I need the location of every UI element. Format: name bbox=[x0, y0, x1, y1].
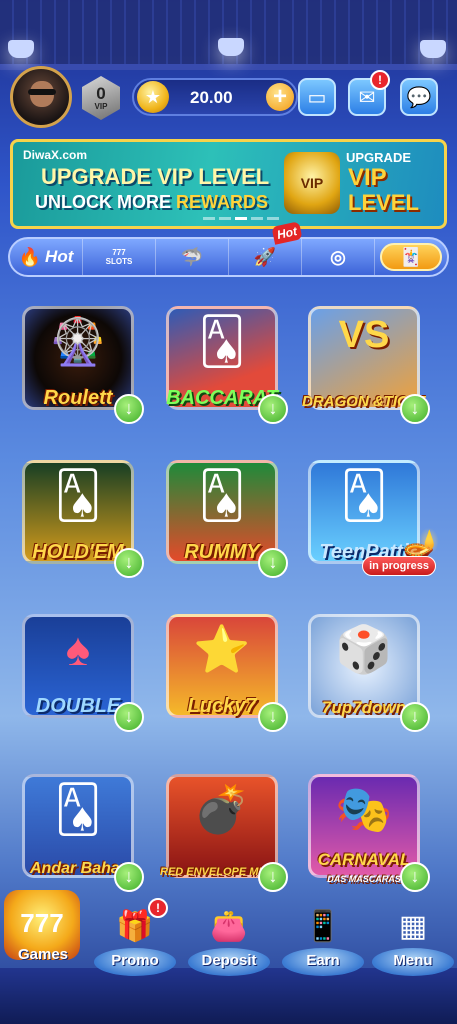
nav-deposit-label: Deposit bbox=[201, 952, 257, 969]
vip-badge[interactable]: 0 VIP bbox=[82, 76, 120, 120]
phone-coins-icon: 📱 bbox=[304, 910, 342, 943]
playing-cards-icon: 🂡 bbox=[198, 469, 246, 521]
nav-promo[interactable]: 🎁 ! Promo bbox=[90, 896, 180, 986]
banner-right-line3: LEVEL bbox=[348, 190, 419, 215]
vip-trophy-icon: VIP bbox=[284, 152, 340, 214]
in-progress-badge: in progress bbox=[362, 556, 436, 576]
tab-slots[interactable]: 777 SLOTS bbox=[83, 239, 156, 275]
vip-level: 0 bbox=[96, 83, 106, 103]
banner-art: VIP UPGRADE VIP LEVEL bbox=[284, 148, 434, 224]
banner-headline: UPGRADE VIP LEVEL bbox=[41, 164, 270, 189]
balance-display: ★ 20.00 + bbox=[132, 78, 298, 116]
promo-banner[interactable]: DiwaX.com UPGRADE VIP LEVEL UNLOCK MORE … bbox=[10, 139, 447, 229]
roulette-wheel-icon: 🎡 bbox=[49, 315, 107, 367]
nav-earn-label: Earn bbox=[306, 952, 340, 969]
banner-right-line2: VIP bbox=[348, 164, 387, 191]
vs-icon: VS bbox=[338, 314, 390, 356]
banner-brand: DiwaX.com bbox=[23, 148, 88, 162]
tab-cards[interactable]: 🃏 bbox=[375, 239, 447, 275]
download-icon[interactable]: ↓ bbox=[400, 702, 430, 732]
download-icon[interactable]: ↓ bbox=[114, 548, 144, 578]
mail-alert-badge: ! bbox=[370, 70, 390, 90]
download-icon[interactable]: ↓ bbox=[114, 394, 144, 424]
nav-menu-label: Menu bbox=[393, 952, 433, 969]
tab-hot[interactable]: 🔥 Hot bbox=[10, 239, 83, 275]
add-funds-button[interactable]: + bbox=[266, 83, 294, 111]
roulette-icon: ◎ bbox=[330, 246, 346, 267]
tab-fishing[interactable]: 🦈 bbox=[156, 239, 229, 275]
menu-grid-icon: ▦ bbox=[398, 910, 428, 943]
download-icon[interactable]: ↓ bbox=[258, 702, 288, 732]
mail-icon: ✉ bbox=[358, 86, 376, 109]
tab-hot-label: Hot bbox=[45, 247, 74, 266]
wallet-button[interactable]: ▭ bbox=[298, 78, 336, 116]
stage-truss bbox=[0, 0, 457, 70]
download-icon[interactable]: ↓ bbox=[400, 394, 430, 424]
banner-right-line1: UPGRADE bbox=[346, 150, 412, 165]
cards-icon: 🃏 bbox=[380, 243, 442, 271]
playing-cards-icon: 🂡 bbox=[54, 783, 102, 835]
playing-cards-icon: 🂡 bbox=[54, 469, 102, 521]
shark-icon: 🦈 bbox=[180, 246, 204, 267]
game-andar-bahar[interactable]: 🂡 Andar Bahar ↓ bbox=[16, 768, 144, 892]
promo-alert-badge: ! bbox=[148, 898, 168, 918]
flame-icon: 🔥 bbox=[18, 246, 42, 267]
nav-menu[interactable]: ▦ Menu bbox=[368, 896, 457, 986]
stage-light bbox=[8, 40, 34, 58]
dice-icon: 🎲 bbox=[335, 623, 393, 675]
game-dragon-tiger[interactable]: VS DRAGON &TIGER ↓ bbox=[302, 300, 430, 424]
chat-button[interactable]: 💬 bbox=[400, 78, 438, 116]
game-baccarat[interactable]: 🂡 BACCARAT ↓ bbox=[160, 300, 288, 424]
star-icon: ⭐ bbox=[193, 623, 251, 675]
avatar-glasses bbox=[28, 89, 56, 95]
game-rummy[interactable]: 🂡 RUMMY ↓ bbox=[160, 454, 288, 578]
bomb-icon: 💣 bbox=[193, 783, 251, 835]
mail-button[interactable]: ✉ ! bbox=[348, 70, 390, 116]
nav-promo-label: Promo bbox=[111, 952, 159, 969]
top-header: 0 VIP ★ 20.00 + ▭ ✉ ! 💬 bbox=[8, 66, 449, 130]
chat-icon: 💬 bbox=[406, 86, 432, 109]
game-holdem[interactable]: 🂡 HOLD'EM ↓ bbox=[16, 454, 144, 578]
nav-games-label: Games bbox=[17, 946, 69, 963]
game-teen-patti[interactable]: 🂡 TeenPatti 🪔 in progress bbox=[302, 454, 440, 578]
bottom-nav: 777 Games 🎁 ! Promo 👛 Deposit 📱 Earn ▦ M… bbox=[0, 880, 457, 1024]
download-icon[interactable]: ↓ bbox=[258, 548, 288, 578]
rocket-icon: 🚀 bbox=[253, 246, 277, 267]
game-carnaval[interactable]: 🎭 CARNAVAL DAS MASCARAS ↓ bbox=[302, 768, 430, 892]
nav-games[interactable]: 777 Games bbox=[0, 890, 88, 980]
playing-cards-icon: 🂡 bbox=[340, 469, 388, 521]
stage-light bbox=[218, 38, 244, 56]
tab-crash[interactable]: 🚀 bbox=[229, 239, 302, 275]
stage-light bbox=[420, 40, 446, 58]
spade-card-icon: ♠ bbox=[65, 623, 91, 675]
game-7up7down[interactable]: 🎲 7up7down ↓ bbox=[302, 608, 430, 732]
wallet-coins-icon: 👛 bbox=[210, 910, 248, 943]
slots-icon: 777 SLOTS bbox=[105, 248, 133, 266]
nav-earn[interactable]: 📱 Earn bbox=[278, 896, 368, 986]
game-lucky7[interactable]: ⭐ Lucky7 ↓ bbox=[160, 608, 288, 732]
playing-cards-icon: 🂡 bbox=[198, 315, 246, 367]
nav-deposit[interactable]: 👛 Deposit bbox=[184, 896, 274, 986]
download-icon[interactable]: ↓ bbox=[114, 702, 144, 732]
banner-subline: UNLOCK MORE REWARDS bbox=[35, 192, 269, 212]
game-double[interactable]: ♠ DOUBLE ↓ bbox=[16, 608, 144, 732]
wallet-icon: ▭ bbox=[307, 86, 327, 109]
game-roulette[interactable]: 🎡 Roulett ↓ bbox=[16, 300, 144, 424]
balance-amount: 20.00 bbox=[190, 88, 233, 107]
coin-icon: ★ bbox=[137, 81, 169, 113]
game-red-envelope-mines[interactable]: 💣 RED ENVELOPE MINES ↓ bbox=[160, 768, 288, 892]
download-icon[interactable]: ↓ bbox=[258, 394, 288, 424]
carnival-mask-icon: 🎭 bbox=[335, 783, 393, 835]
avatar[interactable] bbox=[10, 66, 72, 128]
carousel-dots bbox=[203, 217, 279, 220]
category-tabs: 🔥 Hot 777 SLOTS 🦈 🚀 ◎ 🃏 bbox=[8, 237, 449, 277]
vip-label: VIP bbox=[94, 101, 108, 111]
tab-casino[interactable]: ◎ bbox=[302, 239, 375, 275]
